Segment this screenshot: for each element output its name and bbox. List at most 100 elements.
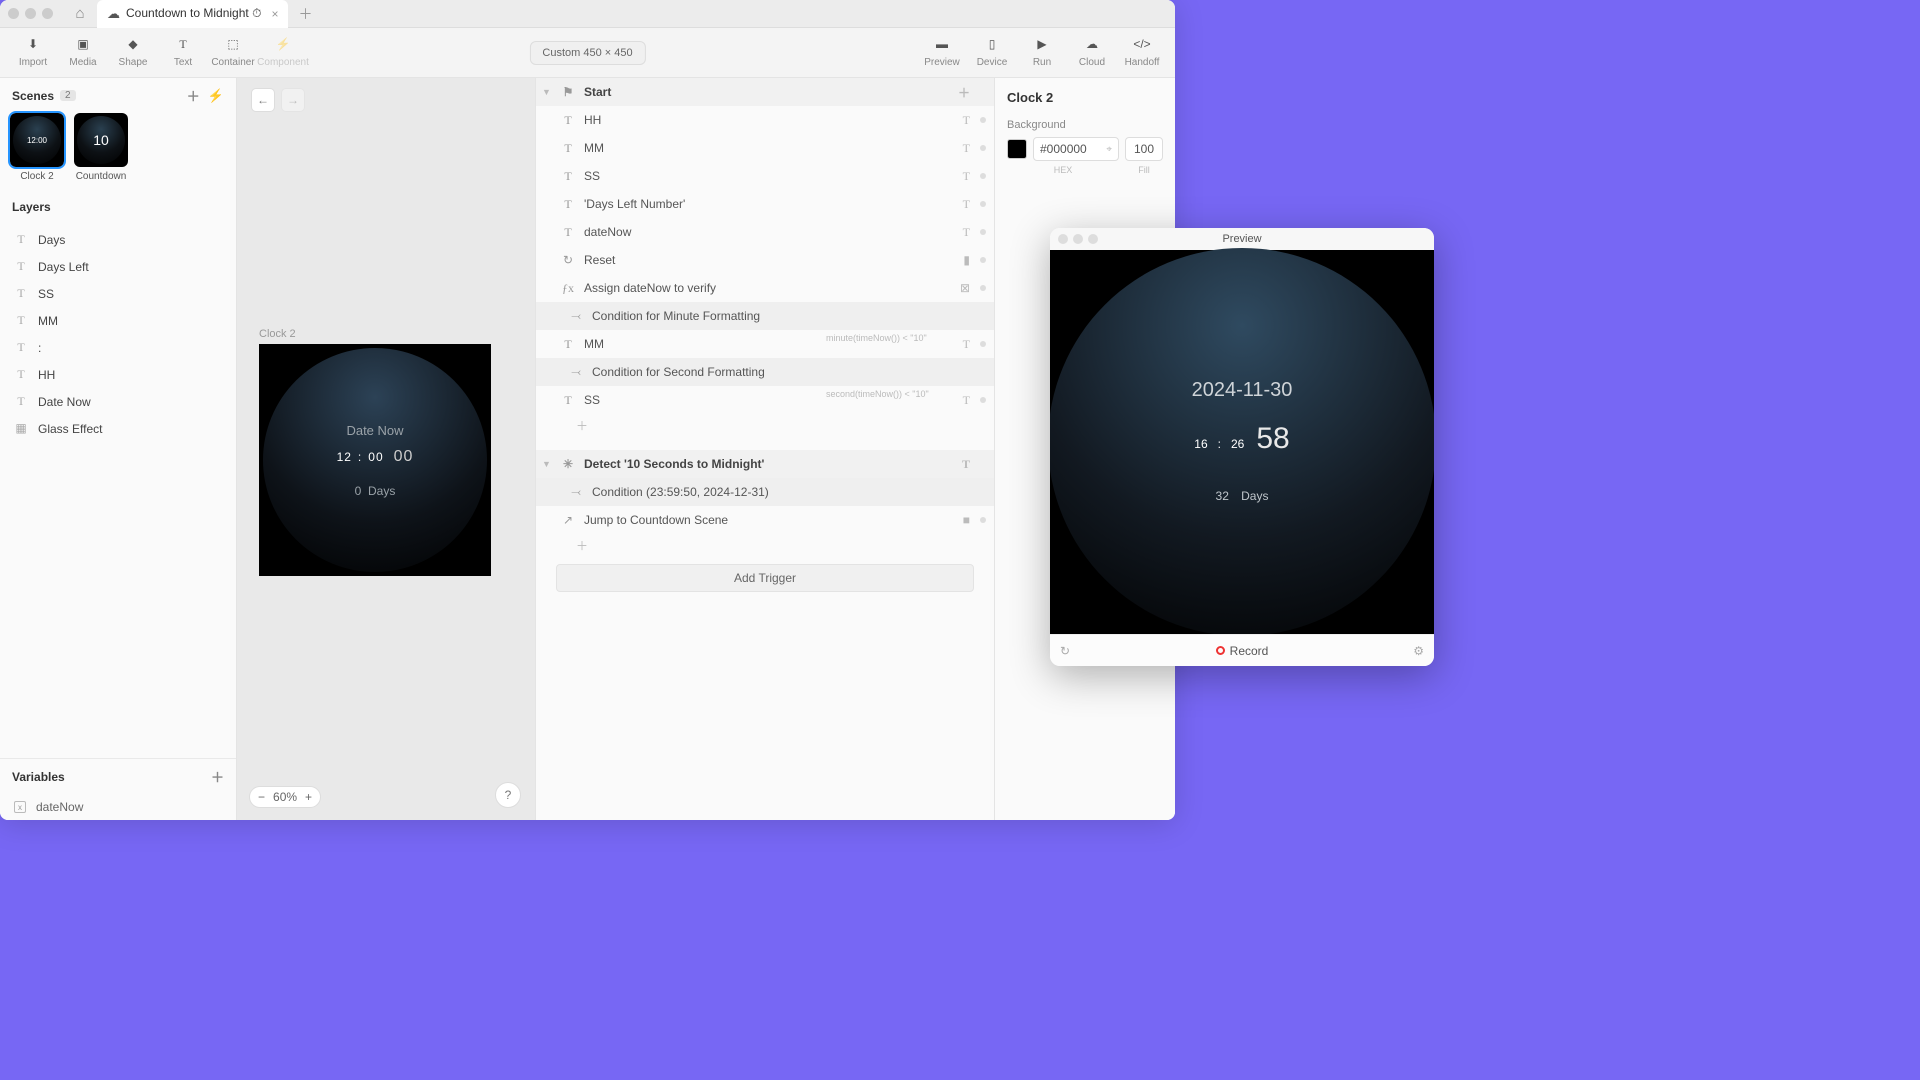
action-label: MM xyxy=(584,337,604,351)
action-row[interactable]: TdateNowT xyxy=(536,218,994,246)
layer-row[interactable]: TSS xyxy=(0,280,236,307)
cloud-button[interactable]: ☁Cloud xyxy=(1067,28,1117,78)
add-trigger-button[interactable]: Add Trigger xyxy=(556,564,974,592)
import-button[interactable]: ⬇︎Import xyxy=(8,28,58,78)
action-row[interactable]: TMMT xyxy=(536,134,994,162)
layer-type-icon: ▦ xyxy=(14,421,28,436)
preview-traffic-lights[interactable] xyxy=(1058,234,1098,244)
date-now-text: Date Now xyxy=(346,423,403,438)
zoom-control[interactable]: − 60% + xyxy=(249,786,321,808)
hex-input[interactable]: #000000⌖ xyxy=(1033,137,1119,161)
component-button[interactable]: ⚡Component xyxy=(258,28,308,78)
zoom-in-button[interactable]: + xyxy=(305,790,312,804)
run-button[interactable]: ▶Run xyxy=(1017,28,1067,78)
scene-thumb-countdown[interactable]: 10 Countdown xyxy=(74,113,128,182)
container-button[interactable]: ⬚Container xyxy=(208,28,258,78)
fill-input[interactable]: 100 xyxy=(1125,137,1163,161)
variable-row[interactable]: x dateNow xyxy=(0,794,236,820)
add-tab-button[interactable]: ＋ xyxy=(298,4,312,24)
layer-row[interactable]: TDays xyxy=(0,226,236,253)
nav-forward-button[interactable]: → xyxy=(281,88,305,112)
action-row[interactable]: ↻Reset▮ xyxy=(536,246,994,274)
app-window: ⌂ ☁ Countdown to Midnight ⏱ × ＋ ⬇︎Import… xyxy=(0,0,1175,820)
action-row[interactable]: ↗Jump to Countdown Scene■ xyxy=(536,506,994,534)
action-right-icon: T xyxy=(963,225,970,240)
action-row[interactable]: TSST xyxy=(536,162,994,190)
preview-refresh-icon[interactable]: ↻ xyxy=(1060,644,1070,658)
window-traffic-lights[interactable] xyxy=(8,8,53,19)
action-label: MM xyxy=(584,141,604,155)
preview-titlebar[interactable]: Preview xyxy=(1050,228,1434,250)
layer-row[interactable]: THH xyxy=(0,361,236,388)
document-tab[interactable]: ☁ Countdown to Midnight ⏱ × xyxy=(97,0,288,28)
preview-button[interactable]: ▬Preview xyxy=(917,28,967,78)
left-panel: Scenes 2 ＋ ⚡ 12:00 Clock 2 10 Countdown … xyxy=(0,78,237,820)
add-action-button[interactable]: ＋ xyxy=(958,84,970,101)
zoom-out-button[interactable]: − xyxy=(258,790,265,804)
layer-row[interactable]: T: xyxy=(0,334,236,361)
home-icon[interactable]: ⌂ xyxy=(69,5,91,22)
preview-settings-icon[interactable]: ⚙ xyxy=(1413,644,1424,658)
detect-trigger-section: ▼ ✳Detect '10 Seconds to Midnight' T ⤙Co… xyxy=(536,450,994,556)
action-row[interactable]: TSST xyxy=(536,386,994,414)
canvas-scene[interactable]: Date Now 12:00 00 0 Days xyxy=(259,344,491,576)
text-button[interactable]: TText xyxy=(158,28,208,78)
shape-button[interactable]: ◆Shape xyxy=(108,28,158,78)
action-row[interactable]: T'Days Left Number'T xyxy=(536,190,994,218)
action-right-icon: ▮ xyxy=(963,253,970,268)
eyedropper-icon[interactable]: ⌖ xyxy=(1106,144,1112,155)
condition-minute[interactable]: ⤙Condition for Minute Formatting xyxy=(536,302,994,330)
scene-thumb-clock2[interactable]: 12:00 Clock 2 xyxy=(10,113,64,182)
action-row[interactable]: THHT xyxy=(536,106,994,134)
layers-list: TDaysTDays LeftTSSTMMT:THHTDate Now▦Glas… xyxy=(0,222,236,758)
layer-name: Date Now xyxy=(38,395,91,409)
trigger-header-start[interactable]: ▼ ⚑Start ＋ xyxy=(536,78,994,106)
nav-back-button[interactable]: ← xyxy=(251,88,275,112)
action-right-icon: ⊠ xyxy=(960,281,970,296)
media-button[interactable]: ▣Media xyxy=(58,28,108,78)
detect-condition[interactable]: ⤙Condition (23:59:50, 2024-12-31) xyxy=(536,478,994,506)
preview-clock-face: 2024-11-30 16:26 58 32 Days xyxy=(1050,248,1434,636)
layer-type-icon: T xyxy=(14,232,28,247)
layer-name: Days Left xyxy=(38,260,89,274)
toolbar: ⬇︎Import ▣Media ◆Shape TText ⬚Container … xyxy=(0,28,1175,78)
close-icon[interactable]: × xyxy=(271,7,278,21)
handoff-button[interactable]: </>Handoff xyxy=(1117,28,1167,78)
device-button[interactable]: ▯Device xyxy=(967,28,1017,78)
canvas[interactable]: ← → Clock 2 Date Now 12:00 00 0 Days − xyxy=(237,78,535,820)
action-type-icon: T xyxy=(560,169,576,184)
canvas-size-selector[interactable]: Custom 450 × 450 xyxy=(529,41,645,65)
layer-row[interactable]: ▦Glass Effect xyxy=(0,415,236,442)
preview-toolbar: ↻ Record ⚙ xyxy=(1050,634,1434,666)
timeline-panel: 00.20.40.60.81 ▼ ⚑Start ＋ THHTTMMTTSSTT'… xyxy=(535,78,995,820)
action-row[interactable]: TMMT xyxy=(536,330,994,358)
action-label: SS xyxy=(584,169,600,183)
layer-row[interactable]: TMM xyxy=(0,307,236,334)
record-button[interactable]: Record xyxy=(1216,644,1269,658)
add-variable-button[interactable]: ＋ xyxy=(211,767,224,786)
tab-title: Countdown to Midnight ⏱ xyxy=(126,6,261,21)
action-label: HH xyxy=(584,113,601,127)
help-button[interactable]: ? xyxy=(495,782,521,808)
add-action-detect[interactable]: ＋ xyxy=(536,534,994,556)
scene-thumbnails: 12:00 Clock 2 10 Countdown xyxy=(0,113,236,192)
action-type-icon: T xyxy=(560,337,576,352)
action-row[interactable]: ƒxAssign dateNow to verify⊠ xyxy=(536,274,994,302)
scene-bolt-button[interactable]: ⚡ xyxy=(208,88,224,104)
action-right-icon: T xyxy=(963,141,970,156)
action-label: SS xyxy=(584,393,600,407)
days-display: 0 Days xyxy=(355,484,396,498)
add-scene-button[interactable]: ＋ xyxy=(187,86,200,105)
layer-row[interactable]: TDays Left xyxy=(0,253,236,280)
action-type-icon: T xyxy=(560,393,576,408)
action-right-icon: T xyxy=(963,197,970,212)
condition-second[interactable]: ⤙Condition for Second Formatting xyxy=(536,358,994,386)
action-type-icon: T xyxy=(560,225,576,240)
clock-face: Date Now 12:00 00 0 Days xyxy=(263,348,487,572)
layer-row[interactable]: TDate Now xyxy=(0,388,236,415)
add-action-start[interactable]: ＋ xyxy=(536,414,994,436)
scenes-count: 2 xyxy=(60,90,76,101)
color-swatch[interactable] xyxy=(1007,139,1027,159)
scenes-label: Scenes xyxy=(12,89,54,103)
trigger-header-detect[interactable]: ▼ ✳Detect '10 Seconds to Midnight' T xyxy=(536,450,994,478)
